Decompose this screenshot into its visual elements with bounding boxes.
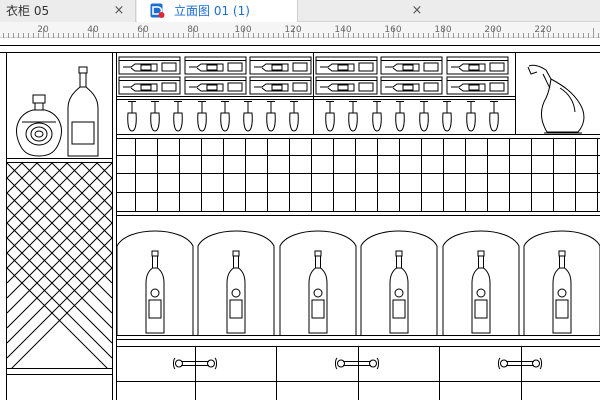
horizontal-ruler[interactable]: 20 40 60 80 100 120 140 160 180 200 220 [0, 22, 600, 38]
wine-box [380, 56, 443, 75]
wine-glass [489, 101, 499, 132]
wine-box [118, 76, 181, 95]
drawer-handle [498, 357, 542, 370]
close-icon[interactable]: × [112, 4, 126, 18]
wine-box [446, 56, 509, 75]
wine-glass [442, 101, 452, 132]
bottle-niche [197, 230, 275, 335]
bottle-niche [442, 230, 520, 335]
ruler-label: 60 [137, 25, 149, 35]
wine-bottle [226, 250, 246, 334]
wine-glass [243, 101, 253, 132]
cognac-bottle [16, 94, 62, 157]
wine-glass [127, 101, 137, 132]
wine-decanter [527, 64, 585, 134]
bottle-niche [523, 230, 600, 335]
wine-box [249, 56, 312, 75]
diamond-wine-rack [7, 163, 112, 368]
wine-glass [150, 101, 160, 132]
ruler-label: 80 [187, 25, 199, 35]
bottle-niche [360, 230, 438, 335]
cabinet-frame [0, 45, 600, 400]
bottle-niche [116, 230, 194, 335]
wine-bottle [145, 250, 165, 334]
wine-bottle [389, 250, 409, 334]
tab-label: 立面图 01 (1) [174, 4, 250, 18]
wine-glass [289, 101, 299, 132]
wine-box [118, 56, 181, 75]
decorative-bottles [16, 64, 585, 157]
wine-glass [266, 101, 276, 132]
drawer-handle [335, 357, 379, 370]
wine-bottle [552, 250, 572, 334]
wine-box [380, 76, 443, 95]
ruler-label: 220 [534, 25, 551, 35]
ruler-label: 180 [434, 25, 451, 35]
wine-glass [466, 101, 476, 132]
wine-glass [197, 101, 207, 132]
document-icon [150, 3, 165, 18]
ruler-scale: 20 40 60 80 100 120 140 160 180 200 220 [3, 25, 599, 38]
wine-box [446, 76, 509, 95]
tab-label: 衣柜 05 [6, 4, 50, 18]
tall-bottle [67, 66, 99, 157]
ruler-label: 160 [384, 25, 401, 35]
ruler-label: 20 [37, 25, 49, 35]
tab-wardrobe-05[interactable]: 衣柜 05 × [0, 0, 136, 22]
wine-glass [395, 101, 405, 132]
ruler-label: 200 [484, 25, 501, 35]
wine-glass [372, 101, 382, 132]
ruler-label: 140 [334, 25, 351, 35]
wine-box [184, 76, 247, 95]
close-icon[interactable]: × [410, 4, 424, 18]
bottle-niche [279, 230, 357, 335]
tab-bar: 衣柜 05 × 立面图 01 (1) × [0, 0, 600, 22]
tab-elevation-01[interactable]: 立面图 01 (1) × [137, 0, 422, 22]
wine-bottle [308, 250, 328, 334]
ruler-label: 120 [284, 25, 301, 35]
wine-cabinet-elevation-drawing [0, 45, 600, 400]
ruler-label: 100 [234, 25, 251, 35]
wine-box [184, 56, 247, 75]
wine-box [315, 56, 378, 75]
drawer-handles [173, 357, 542, 370]
wine-glass [325, 101, 335, 132]
wine-glass [173, 101, 183, 132]
wine-glass [348, 101, 358, 132]
wine-box [249, 76, 312, 95]
wine-bottle [471, 250, 491, 334]
drawing-canvas[interactable] [0, 38, 600, 400]
wine-glass [419, 101, 429, 132]
arched-bottle-niches [116, 230, 600, 335]
glass-lattice-rack [117, 139, 600, 211]
wine-glass [220, 101, 230, 132]
wine-box [315, 76, 378, 95]
ruler-label: 40 [87, 25, 99, 35]
